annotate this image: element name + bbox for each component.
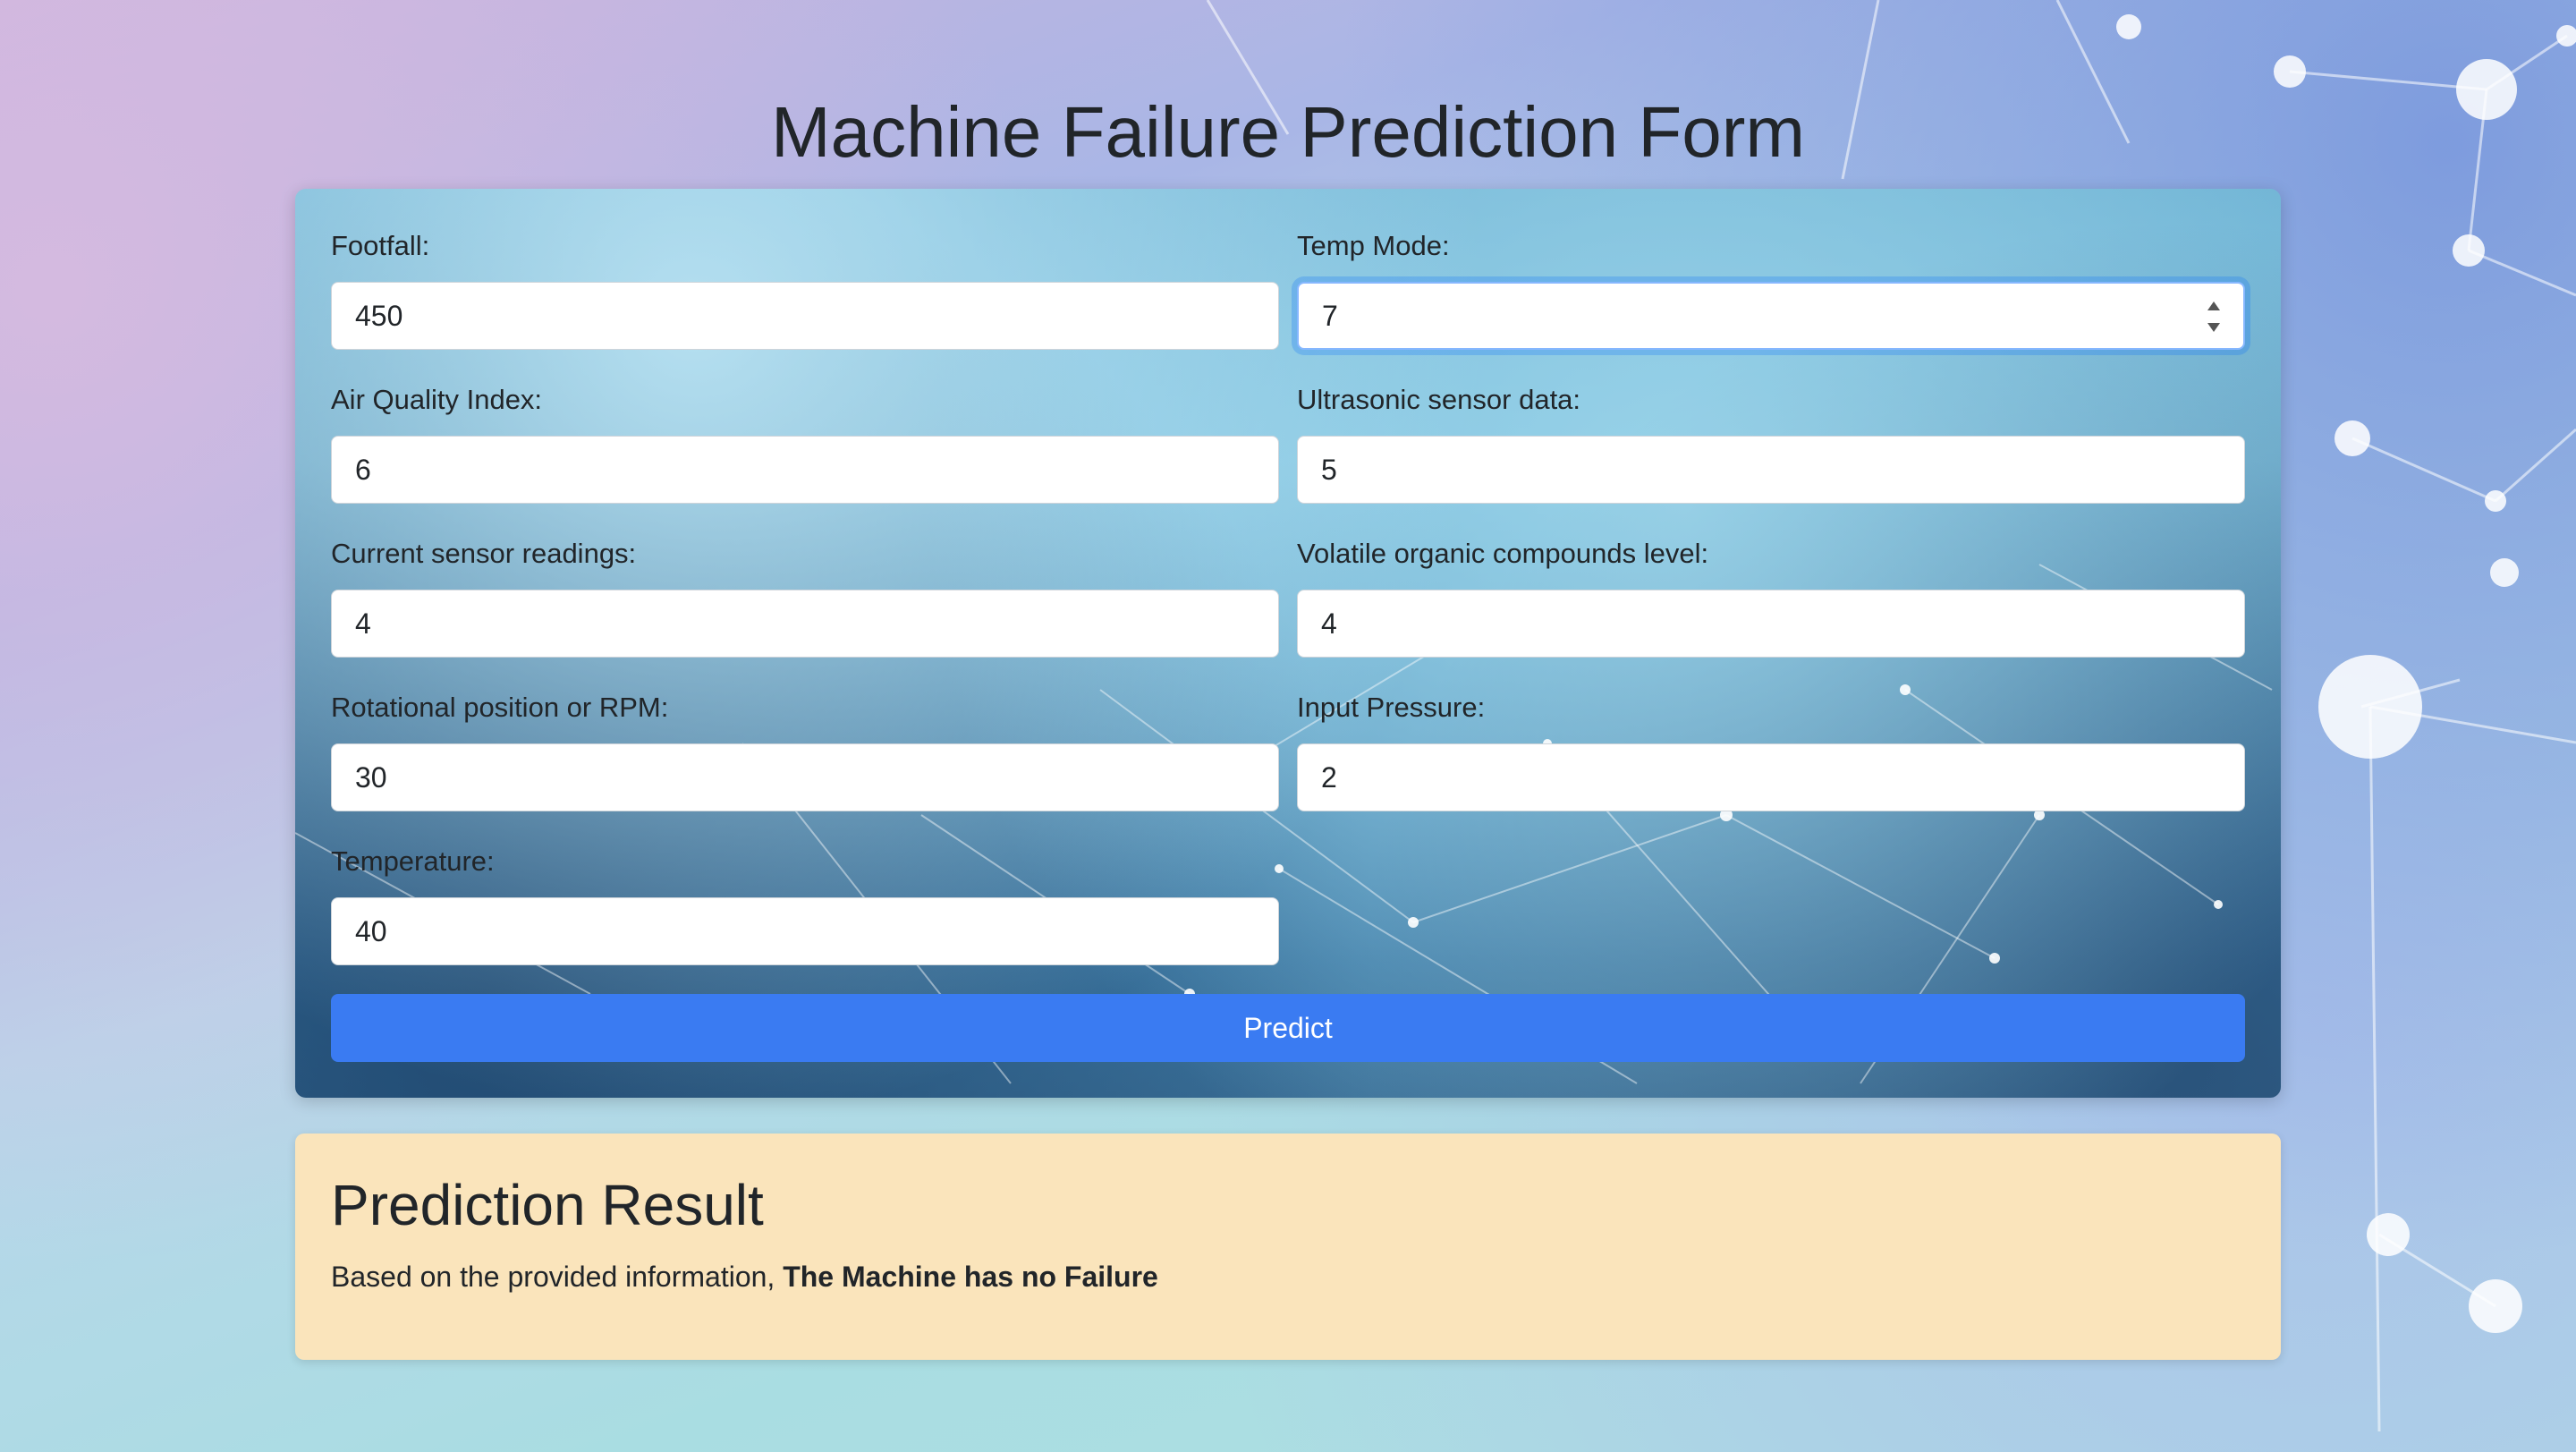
input-pressure-label: Input Pressure: <box>1297 692 1486 723</box>
temp-mode-input-wrapper <box>1297 282 2245 350</box>
footfall-input[interactable] <box>331 282 1279 350</box>
temp-mode-field: Temp Mode: <box>1297 228 2245 350</box>
voc-level-input[interactable] <box>1297 590 2245 658</box>
temp-mode-label: Temp Mode: <box>1297 230 1450 261</box>
page-title: Machine Failure Prediction Form <box>771 92 1805 172</box>
current-sensor-field: Current sensor readings: <box>331 536 1279 658</box>
ultrasonic-sensor-input[interactable] <box>1297 436 2245 504</box>
footfall-field: Footfall: <box>331 228 1279 350</box>
result-outcome: The Machine has no Failure <box>783 1261 1158 1293</box>
prediction-form: Footfall: Temp Mode: Air Quality Index: … <box>295 189 2281 1098</box>
ultrasonic-sensor-field: Ultrasonic sensor data: <box>1297 382 2245 504</box>
air-quality-index-input[interactable] <box>331 436 1279 504</box>
rpm-field: Rotational position or RPM: <box>331 690 1279 811</box>
temperature-input[interactable] <box>331 897 1279 965</box>
temperature-field: Temperature: <box>331 844 1279 965</box>
input-pressure-field: Input Pressure: <box>1297 690 2245 811</box>
rpm-input[interactable] <box>331 743 1279 811</box>
rpm-label: Rotational position or RPM: <box>331 692 669 723</box>
input-pressure-input[interactable] <box>1297 743 2245 811</box>
ultrasonic-sensor-label: Ultrasonic sensor data: <box>1297 384 1581 415</box>
current-sensor-input[interactable] <box>331 590 1279 658</box>
voc-level-label: Volatile organic compounds level: <box>1297 538 1709 569</box>
result-text: Based on the provided information, The M… <box>331 1257 2245 1296</box>
result-prefix: Based on the provided information, <box>331 1261 784 1293</box>
air-quality-index-field: Air Quality Index: <box>331 382 1279 504</box>
current-sensor-label: Current sensor readings: <box>331 538 637 569</box>
voc-level-field: Volatile organic compounds level: <box>1297 536 2245 658</box>
temperature-label: Temperature: <box>331 845 495 877</box>
spinner-up-icon[interactable] <box>2207 301 2220 310</box>
temp-mode-input[interactable] <box>1297 282 2245 350</box>
footfall-label: Footfall: <box>331 230 430 261</box>
result-title: Prediction Result <box>331 1173 764 1237</box>
predict-button[interactable]: Predict <box>331 994 2245 1062</box>
prediction-result-panel: Prediction Result Based on the provided … <box>295 1134 2281 1360</box>
spinner-down-icon[interactable] <box>2207 323 2220 332</box>
number-spinner[interactable] <box>2206 301 2222 332</box>
air-quality-index-label: Air Quality Index: <box>331 384 543 415</box>
